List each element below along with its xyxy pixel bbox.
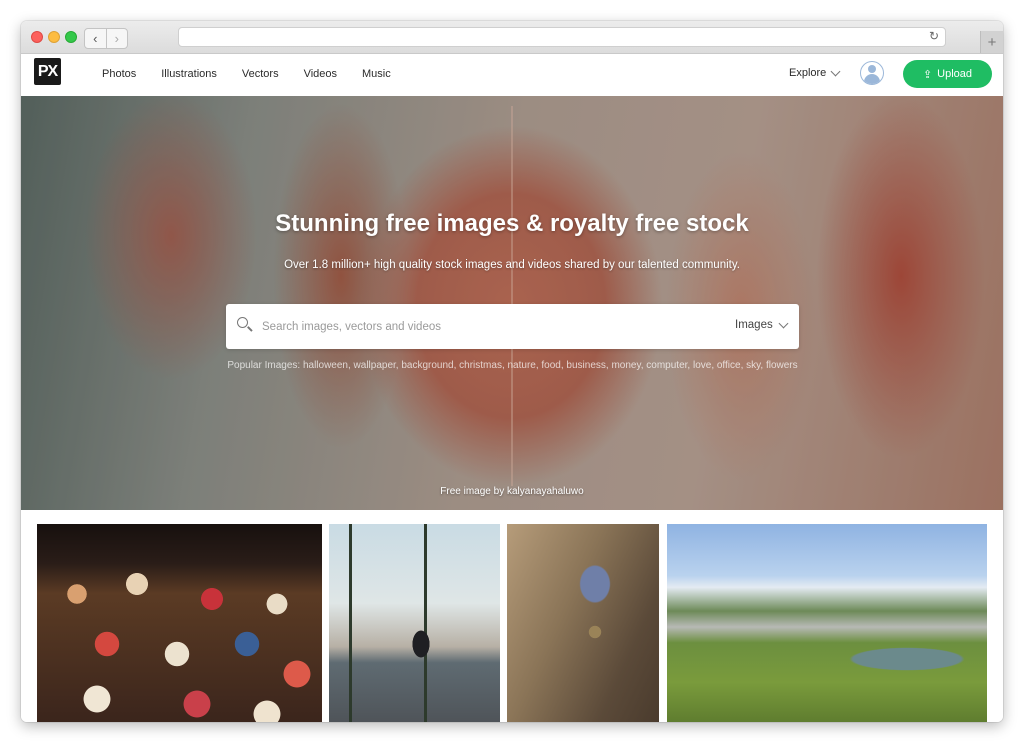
search-type-label: Images <box>735 319 773 331</box>
main-menu: Photos Illustrations Vectors Videos Musi… <box>102 54 416 94</box>
browser-toolbar: ‹ › ↻ + <box>21 21 1003 54</box>
image-tile-girl[interactable] <box>329 524 500 722</box>
avatar-body <box>863 74 880 84</box>
nav-link-music[interactable]: Music <box>362 68 391 80</box>
upload-label: Upload <box>937 68 973 80</box>
hero-banner: Stunning free images & royalty free stoc… <box>21 96 1003 510</box>
close-window-button[interactable] <box>31 31 43 43</box>
image-tile-umbrellas[interactable] <box>37 524 322 722</box>
image-credit[interactable]: Free image by kalyanayahaluwo <box>21 486 1003 497</box>
image-grid <box>21 510 1003 722</box>
upload-icon: ⇪ <box>922 68 933 81</box>
user-avatar[interactable] <box>860 61 884 85</box>
site-logo[interactable]: PX <box>34 58 61 85</box>
chevron-down-icon <box>778 318 789 328</box>
zoom-window-button[interactable] <box>65 31 77 43</box>
avatar-head <box>867 65 876 73</box>
hero-subtitle: Over 1.8 million+ high quality stock ima… <box>284 259 740 271</box>
nav-link-videos[interactable]: Videos <box>304 68 337 80</box>
forward-icon[interactable]: › <box>105 29 128 48</box>
nav-link-vectors[interactable]: Vectors <box>242 68 279 80</box>
hero-overlay <box>21 96 1003 510</box>
image-tile-butterfly[interactable] <box>507 524 659 722</box>
history-buttons: ‹ › <box>84 28 128 49</box>
nav-link-illustrations[interactable]: Illustrations <box>161 68 217 80</box>
upload-button[interactable]: ⇪ Upload <box>903 60 992 88</box>
minimize-window-button[interactable] <box>48 31 60 43</box>
chevron-down-icon <box>830 66 841 76</box>
nav-link-photos[interactable]: Photos <box>102 68 136 80</box>
popular-searches[interactable]: Popular Images: halloween, wallpaper, ba… <box>226 359 799 373</box>
address-bar[interactable]: ↻ <box>178 27 946 47</box>
search-box: Images <box>226 304 799 349</box>
search-input[interactable] <box>260 316 684 338</box>
search-icon[interactable] <box>237 317 248 328</box>
explore-label: Explore <box>789 67 827 79</box>
browser-window: ‹ › ↻ + PX Photos Illustrations Vectors … <box>21 21 1003 722</box>
new-tab-button[interactable]: + <box>980 31 1003 53</box>
explore-menu[interactable]: Explore <box>789 66 841 79</box>
search-type-select[interactable]: Images <box>735 318 789 331</box>
site-header: PX Photos Illustrations Vectors Videos M… <box>21 54 1003 97</box>
back-icon[interactable]: ‹ <box>85 29 106 48</box>
reload-icon[interactable]: ↻ <box>929 29 939 43</box>
hero-title: Stunning free images & royalty free stoc… <box>275 210 749 237</box>
image-tile-village[interactable] <box>667 524 987 722</box>
